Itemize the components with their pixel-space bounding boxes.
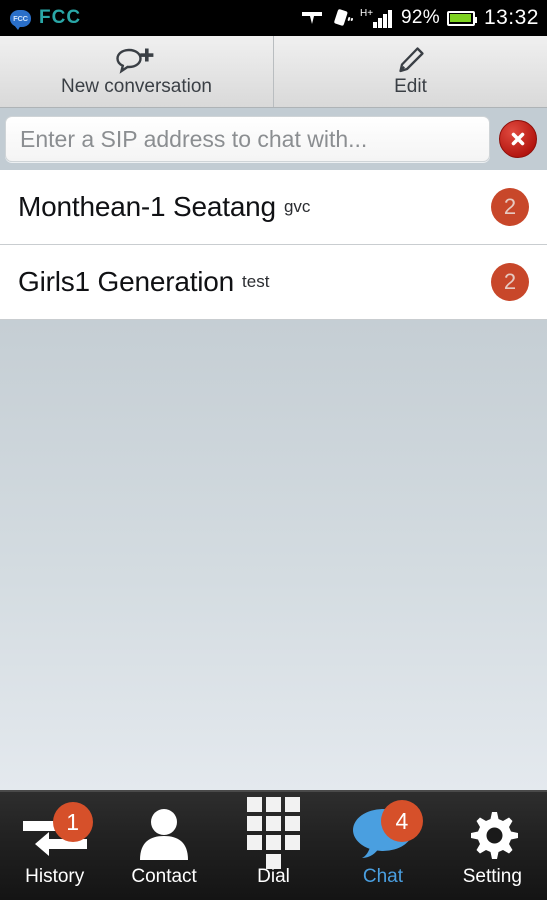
sip-address-input[interactable] [5,116,490,162]
history-arrows-icon: 1 [13,802,97,862]
keypad-icon [232,797,316,869]
new-conversation-label: New conversation [60,76,213,97]
chat-bubble-icon: 4 [341,800,425,862]
bottom-navigation-bar: 1 History Contact Dial 4 Chat Setting [0,790,547,900]
status-bar-left: FCC FCC [10,7,82,30]
edit-pencil-icon [396,45,426,75]
vibrate-icon [331,8,353,28]
new-conversation-button[interactable]: New conversation [0,36,274,107]
chat-badge: 4 [380,800,423,842]
nav-item-contact[interactable]: Contact [109,792,218,900]
unread-badge: 2 [491,188,529,226]
conversation-row[interactable]: Girls1 Generation test 2 [0,245,547,320]
clear-search-button[interactable] [499,120,537,158]
gear-icon [450,804,534,862]
status-bar-right: H+ 92% 13:32 [300,6,539,30]
conversation-subtitle: test [242,272,270,291]
nav-item-setting[interactable]: Setting [438,792,547,900]
conversation-name: Girls1 Generation [18,266,235,297]
search-bar [0,108,547,170]
close-icon [511,132,525,146]
nav-item-dial[interactable]: Dial [219,792,328,900]
conversation-subtitle: gvc [283,197,311,216]
app-name-label: FCC [39,7,82,28]
new-conversation-icon [115,45,159,75]
battery-icon [446,10,477,26]
app-notification-label: FCC [13,13,28,23]
nav-label-chat: Chat [362,866,403,887]
nav-label-history: History [25,866,85,887]
edit-button[interactable]: Edit [274,36,547,107]
headset-icon [300,8,324,28]
nav-label-contact: Contact [131,866,197,887]
battery-percent-label: 92% [401,7,440,28]
signal-bars-icon: H+ [360,7,394,29]
clock-label: 13:32 [483,6,539,29]
app-notification-icon: FCC [10,9,31,30]
nav-item-chat[interactable]: 4 Chat [328,792,437,900]
nav-item-history[interactable]: 1 History [0,792,109,900]
status-bar: FCC FCC H+ 92% 13:32 [0,0,547,36]
person-icon [122,804,206,862]
edit-label: Edit [394,76,427,97]
conversation-row[interactable]: Monthean-1 Seatang gvc 2 [0,170,547,245]
conversation-list: Monthean-1 Seatang gvc 2 Girls1 Generati… [0,170,547,320]
nav-label-dial: Dial [257,866,290,887]
empty-list-area [0,320,547,790]
unread-badge: 2 [491,263,529,301]
action-toolbar: New conversation Edit [0,36,547,108]
nav-label-setting: Setting [462,866,522,887]
history-badge: 1 [52,802,93,842]
svg-text:H+: H+ [360,8,373,19]
app-root: FCC FCC H+ 92% 13:32 New conversation Ed… [0,0,547,900]
conversation-name: Monthean-1 Seatang [18,191,276,222]
